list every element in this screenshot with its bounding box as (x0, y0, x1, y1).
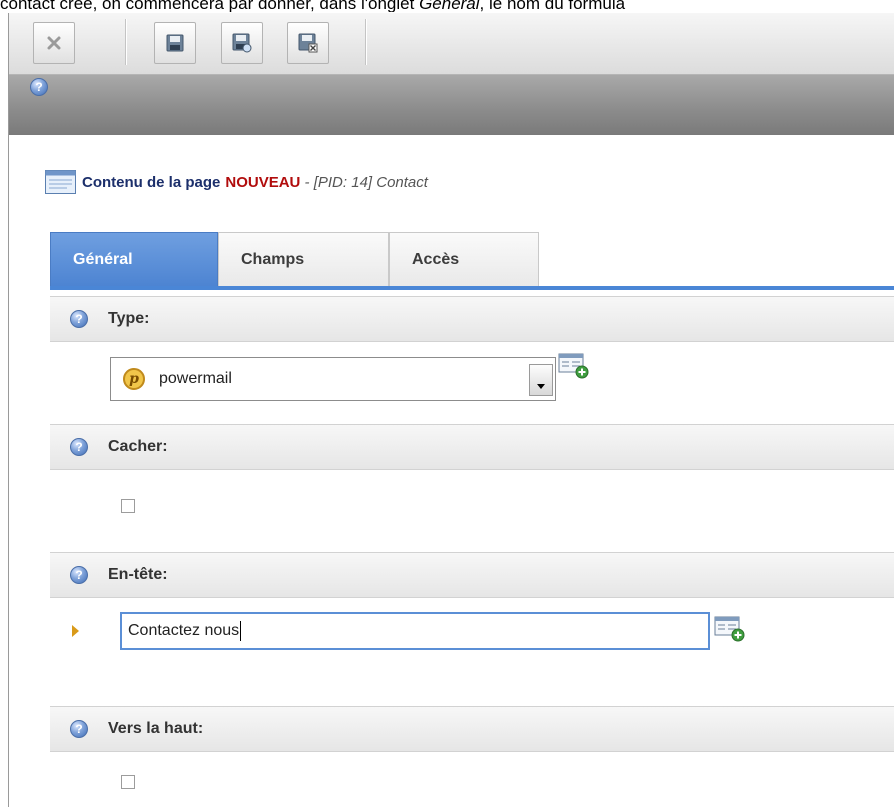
header-input-value: Contactez nous (128, 622, 240, 639)
content-element-icon (45, 170, 76, 194)
close-button[interactable] (33, 22, 75, 64)
section-to-top-body (50, 752, 894, 807)
to-top-checkbox[interactable] (121, 775, 135, 789)
page-meta: [PID: 14] Contact (313, 173, 428, 191)
toolbar-separator (125, 19, 127, 65)
header-bar (9, 75, 894, 135)
page-title: Contenu de la page NOUVEAU - [PID: 14] C… (45, 170, 428, 194)
title-prefix: Contenu de la page (82, 173, 221, 191)
help-icon[interactable]: ? (70, 438, 88, 456)
save-close-icon (298, 33, 318, 53)
section-type-body: p powermail (50, 342, 894, 422)
help-icon[interactable]: ? (70, 566, 88, 584)
tab-underline (50, 286, 894, 290)
save-view-icon (232, 33, 252, 53)
hide-checkbox[interactable] (121, 499, 135, 513)
section-to-top-header: ? Vers la haut: (50, 706, 894, 752)
tab-champs[interactable]: Champs (218, 232, 389, 286)
title-separator: - (300, 173, 314, 191)
close-icon (47, 36, 61, 50)
wizard-add-icon[interactable] (558, 353, 590, 381)
help-icon[interactable]: ? (70, 310, 88, 328)
required-marker-icon (72, 625, 79, 637)
section-hide-header: ? Cacher: (50, 424, 894, 470)
help-icon[interactable]: ? (30, 78, 48, 96)
save-icon (166, 34, 184, 52)
field-label-hide: Cacher: (108, 438, 168, 455)
section-hide-body (50, 470, 894, 550)
wizard-add-icon[interactable] (714, 616, 746, 644)
save-close-button[interactable] (287, 22, 329, 64)
section-header-header: ? En-tête: (50, 552, 894, 598)
field-label-header: En-tête: (108, 566, 168, 583)
field-label-to-top: Vers la haut: (108, 720, 204, 737)
field-label-type: Type: (108, 310, 150, 327)
powermail-icon: p (123, 368, 145, 390)
tab-label: Accès (412, 250, 460, 268)
tab-general[interactable]: Général (50, 232, 218, 286)
save-button[interactable] (154, 22, 196, 64)
chevron-down-icon[interactable] (529, 364, 553, 396)
section-type-header: ? Type: (50, 296, 894, 342)
title-highlight: NOUVEAU (225, 173, 301, 191)
text-caret (240, 621, 242, 641)
tab-label: Champs (241, 250, 305, 268)
help-icon[interactable]: ? (70, 720, 88, 738)
section-header-body: Contactez nous (50, 598, 894, 702)
type-select[interactable]: p powermail (110, 357, 556, 401)
toolbar (9, 13, 894, 75)
header-input[interactable]: Contactez nous (120, 612, 710, 650)
tab-label: Général (73, 250, 133, 268)
save-view-button[interactable] (221, 22, 263, 64)
caption-text: contact créé, on commencera par donner, … (0, 0, 626, 12)
tab-acces[interactable]: Accès (389, 232, 539, 286)
type-select-value: powermail (159, 370, 232, 387)
toolbar-separator (365, 19, 367, 65)
